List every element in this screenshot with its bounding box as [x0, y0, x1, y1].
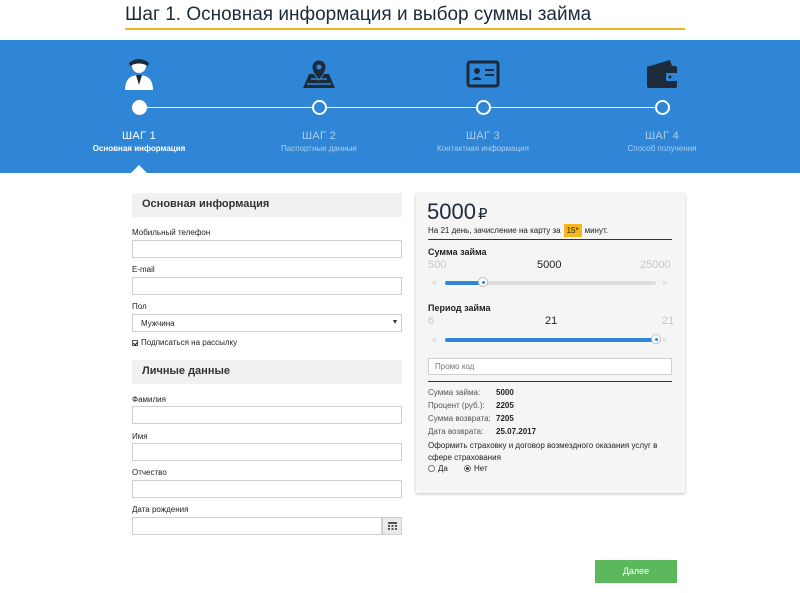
firstname-input[interactable]	[132, 443, 402, 461]
gender-select-value: Мужчина	[141, 319, 175, 328]
period-slider-handle[interactable]	[651, 334, 661, 344]
minutes-badge: 15*	[563, 224, 582, 237]
subscribe-label: Подписаться на рассылку	[141, 338, 238, 347]
amount-slider-track[interactable]	[445, 277, 656, 287]
wallet-icon	[647, 60, 677, 88]
map-pin-icon	[303, 59, 335, 88]
active-step-pointer	[131, 165, 147, 173]
birthdate-label: Дата рождения	[132, 505, 189, 514]
patronymic-label: Отчество	[132, 468, 167, 477]
page-title: Шаг 1. Основная информация и выбор суммы…	[125, 4, 592, 25]
summary-key: Дата возврата:	[428, 427, 484, 436]
calendar-button[interactable]	[382, 517, 402, 535]
birthdate-input[interactable]	[132, 517, 382, 535]
currency-symbol: ₽	[477, 206, 488, 223]
period-slider-fill	[445, 338, 656, 342]
insurance-yes-option[interactable]: Да	[428, 464, 448, 473]
loan-note: На 21 день, зачисление на карту за 15* м…	[428, 224, 608, 237]
step-4-dot	[655, 100, 670, 115]
id-card-icon	[466, 60, 500, 88]
next-button[interactable]: Далее	[595, 560, 677, 583]
step-3-dot	[476, 100, 491, 115]
insurance-no-radio[interactable]	[464, 465, 471, 472]
step-2-label: ШАГ 2	[301, 130, 337, 142]
personal-info-heading: Личные данные	[132, 360, 402, 384]
phone-input[interactable]	[132, 240, 402, 258]
double-chevron-right-icon[interactable]: »	[662, 334, 667, 344]
amount-slider-min: 500	[428, 259, 447, 271]
firstname-label: Имя	[132, 432, 148, 441]
step-2-dot	[312, 100, 327, 115]
divider	[428, 381, 672, 382]
step-progress-bar: ШАГ 1 Основная информация ШАГ 2 Паспортн…	[0, 40, 800, 173]
lastname-input[interactable]	[132, 406, 402, 424]
period-slider-title: Период займа	[428, 303, 491, 313]
loan-amount-value: 5000	[427, 199, 476, 224]
phone-label: Мобильный телефон	[132, 228, 211, 237]
gender-select[interactable]: Мужчина	[132, 314, 402, 332]
insurance-text: Оформить страховку и договор возмездного…	[428, 441, 658, 462]
insurance-yes-label: Да	[438, 464, 448, 473]
summary-value: 5000	[496, 388, 514, 397]
summary-key: Сумма займа:	[428, 388, 481, 397]
amount-slider-title: Сумма займа	[428, 247, 487, 257]
step-4-label: ШАГ 4	[644, 130, 680, 142]
double-chevron-left-icon[interactable]: «	[432, 277, 437, 287]
user-icon	[125, 59, 153, 90]
basic-info-heading: Основная информация	[132, 193, 402, 217]
divider	[428, 239, 672, 240]
double-chevron-left-icon[interactable]: «	[432, 334, 437, 344]
period-slider-min: 6	[428, 315, 435, 327]
insurance-no-option[interactable]: Нет	[464, 464, 488, 473]
gender-label: Пол	[132, 302, 147, 311]
period-slider-max: 21	[662, 315, 675, 327]
step-1-sublabel: Основная информация	[92, 144, 186, 153]
summary-value: 2205	[496, 401, 514, 410]
email-label: E-mail	[132, 265, 155, 274]
summary-key: Процент (руб.):	[428, 401, 485, 410]
double-chevron-right-icon[interactable]: »	[662, 277, 667, 287]
insurance-yes-radio[interactable]	[428, 465, 435, 472]
summary-key: Сумма возврата:	[428, 414, 491, 423]
step-connector-line	[139, 107, 663, 108]
loan-amount-display: 5000 ₽	[427, 199, 488, 225]
step-2-sublabel: Паспортные данные	[281, 144, 357, 153]
patronymic-input[interactable]	[132, 480, 402, 498]
step-4-sublabel: Способ получения	[627, 144, 697, 153]
step-1-label: ШАГ 1	[121, 130, 157, 142]
insurance-no-label: Нет	[474, 464, 488, 473]
lastname-label: Фамилия	[132, 395, 166, 404]
subscribe-checkbox[interactable]	[132, 339, 138, 346]
calendar-icon	[387, 522, 397, 530]
amount-slider-value: 5000	[537, 259, 562, 271]
amount-slider-handle[interactable]	[477, 277, 488, 287]
chevron-down-icon	[393, 320, 397, 324]
loan-note-suffix: минут.	[584, 226, 608, 235]
title-underline	[125, 28, 685, 30]
subscribe-row[interactable]: Подписаться на рассылку	[132, 338, 237, 347]
step-1-dot	[132, 100, 147, 115]
promo-code-input[interactable]	[428, 358, 672, 375]
amount-slider-max: 25000	[640, 259, 671, 271]
period-slider-value: 21	[545, 315, 558, 327]
step-3-sublabel: Контактная информация	[437, 144, 529, 153]
email-input[interactable]	[132, 277, 402, 295]
step-3-label: ШАГ 3	[465, 130, 501, 142]
summary-value: 7205	[496, 414, 514, 423]
summary-value: 25.07.2017	[496, 427, 537, 436]
loan-note-text: На 21 день, зачисление на карту за	[428, 226, 561, 235]
period-slider-track[interactable]	[445, 334, 661, 344]
